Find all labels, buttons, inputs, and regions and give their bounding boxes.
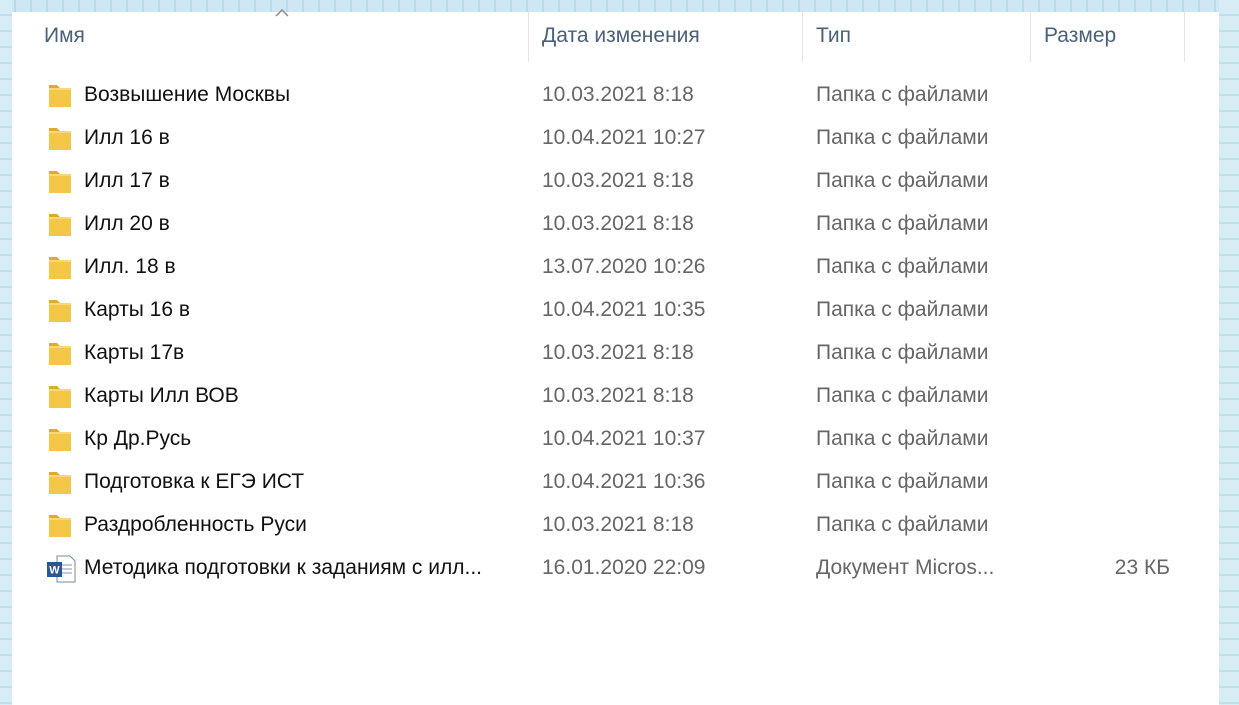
file-date-modified: 16.01.2020 22:09 <box>542 556 706 579</box>
folder-icon <box>46 124 76 154</box>
file-row[interactable]: Илл. 18 в 13.07.2020 10:26 Папка с файлами <box>12 247 1219 290</box>
file-row[interactable]: W Методика подготовки к заданиям с илл..… <box>12 548 1219 591</box>
file-name: Кр Др.Русь <box>84 427 192 450</box>
word-document-icon: W <box>46 554 76 584</box>
file-date-modified: 10.04.2021 10:37 <box>542 427 706 450</box>
file-date-modified: 10.03.2021 8:18 <box>542 513 694 536</box>
file-row[interactable]: Возвышение Москвы 10.03.2021 8:18 Папка с … <box>12 75 1219 118</box>
file-name: Методика подготовки к заданиям с илл... <box>84 556 482 579</box>
file-explorer-list: Имя Дата изменения Тип Размер Возвышение… <box>12 8 1219 705</box>
file-name: Илл. 18 в <box>84 255 176 278</box>
file-type: Папка с файлами <box>816 298 989 321</box>
file-date-modified: 10.04.2021 10:35 <box>542 298 706 321</box>
file-name: Карты 16 в <box>84 298 191 321</box>
file-type: Папка с файлами <box>816 470 989 493</box>
folder-icon <box>46 81 76 111</box>
file-name: Возвышение Москвы <box>84 83 291 106</box>
file-row[interactable]: Подготовка к ЕГЭ ИСТ 10.04.2021 10:36 Папк… <box>12 462 1219 505</box>
file-row[interactable]: Раздробленность Руси 10.03.2021 8:18 Папка… <box>12 505 1219 548</box>
folder-icon <box>46 210 76 240</box>
slide-frame-top <box>0 0 1239 12</box>
file-type: Папка с файлами <box>816 169 989 192</box>
svg-text:W: W <box>49 565 60 577</box>
file-date-modified: 10.03.2021 8:18 <box>542 341 694 364</box>
column-divider[interactable] <box>1184 12 1185 62</box>
file-row[interactable]: Карты 17в 10.03.2021 8:18 Папка с файлами <box>12 333 1219 376</box>
file-date-modified: 10.04.2021 10:27 <box>542 126 706 149</box>
column-header-bar: Имя Дата изменения Тип Размер <box>12 8 1219 62</box>
file-date-modified: 13.07.2020 10:26 <box>542 255 706 278</box>
folder-icon <box>46 511 76 541</box>
folder-icon <box>46 468 76 498</box>
file-type: Папка с файлами <box>816 341 989 364</box>
column-divider[interactable] <box>1030 12 1031 62</box>
file-type: Папка с файлами <box>816 83 989 106</box>
file-row[interactable]: Илл 16 в 10.04.2021 10:27 Папка с файлами <box>12 118 1219 161</box>
file-name: Карты Илл ВОВ <box>84 384 239 407</box>
folder-icon <box>46 167 76 197</box>
column-header-name[interactable]: Имя <box>44 12 85 62</box>
slide-frame-left <box>0 0 12 705</box>
file-type: Папка с файлами <box>816 513 989 536</box>
file-date-modified: 10.03.2021 8:18 <box>542 169 694 192</box>
file-row[interactable]: Илл 20 в 10.03.2021 8:18 Папка с файлами <box>12 204 1219 247</box>
slide-frame-right <box>1219 0 1239 705</box>
file-row[interactable]: Илл 17 в 10.03.2021 8:18 Папка с файлами <box>12 161 1219 204</box>
file-date-modified: 10.03.2021 8:18 <box>542 212 694 235</box>
file-name: Раздробленность Руси <box>84 513 307 536</box>
file-row[interactable]: Кр Др.Русь 10.04.2021 10:37 Папка с файлам… <box>12 419 1219 462</box>
folder-icon <box>46 382 76 412</box>
file-name: Илл 20 в <box>84 212 170 235</box>
folder-icon <box>46 296 76 326</box>
file-date-modified: 10.03.2021 8:18 <box>542 83 694 106</box>
file-date-modified: 10.03.2021 8:18 <box>542 384 694 407</box>
file-name: Подготовка к ЕГЭ ИСТ <box>84 470 305 493</box>
file-type: Документ Micros... <box>816 556 995 579</box>
column-divider[interactable] <box>802 12 803 62</box>
file-name: Илл 17 в <box>84 169 170 192</box>
file-type: Папка с файлами <box>816 126 989 149</box>
column-header-type[interactable]: Тип <box>816 12 851 62</box>
folder-icon <box>46 253 76 283</box>
file-date-modified: 10.04.2021 10:36 <box>542 470 706 493</box>
file-name: Карты 17в <box>84 341 185 364</box>
file-row[interactable]: Карты 16 в 10.04.2021 10:35 Папка с файлам… <box>12 290 1219 333</box>
chevron-up-icon <box>275 8 289 17</box>
folder-icon <box>46 425 76 455</box>
column-divider[interactable] <box>528 12 529 62</box>
folder-icon <box>46 339 76 369</box>
file-type: Папка с файлами <box>816 255 989 278</box>
column-header-size[interactable]: Размер <box>1044 12 1116 62</box>
file-type: Папка с файлами <box>816 384 989 407</box>
file-name: Илл 16 в <box>84 126 170 149</box>
file-row[interactable]: Карты Илл ВОВ 10.03.2021 8:18 Папка с файл… <box>12 376 1219 419</box>
file-size: 23 КБ <box>1114 556 1170 579</box>
file-type: Папка с файлами <box>816 427 989 450</box>
file-type: Папка с файлами <box>816 212 989 235</box>
column-header-date[interactable]: Дата изменения <box>542 12 700 62</box>
